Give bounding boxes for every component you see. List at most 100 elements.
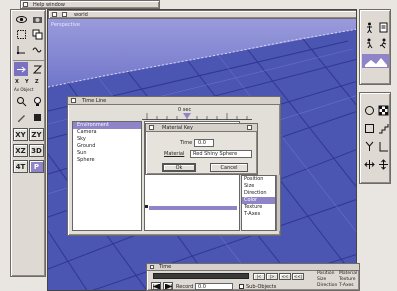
property-list[interactable]: Position Size Direction Color Texture T-… <box>241 175 276 231</box>
close-box-icon[interactable] <box>52 12 57 17</box>
view-button-zy[interactable]: ZY <box>29 128 44 141</box>
time-label: Time <box>180 140 193 146</box>
object-item[interactable]: Sky <box>73 136 141 143</box>
object-icon[interactable] <box>30 110 44 124</box>
object-item[interactable]: Ground <box>73 143 141 150</box>
material-key-titlebar[interactable]: Material Key <box>146 124 257 132</box>
check-texture[interactable]: Texture <box>339 277 355 282</box>
time-panel: Time |< |> << <<| Record 0.0 Sub-Objects… <box>146 263 360 291</box>
close-box-icon[interactable] <box>150 265 154 269</box>
object-item[interactable]: Sun <box>73 150 141 157</box>
keyframe-marker[interactable] <box>145 205 148 208</box>
time-track[interactable] <box>153 273 249 279</box>
timeline-ruler[interactable]: 0 sec <box>142 107 252 120</box>
arrow-right-icon[interactable] <box>14 62 28 76</box>
landscape-icon[interactable] <box>362 54 389 68</box>
property-scrollbar[interactable] <box>276 175 280 231</box>
cancel-button[interactable]: Cancel <box>210 163 248 172</box>
nav-fast-button[interactable]: <<| <box>292 273 304 280</box>
bar-icon[interactable] <box>376 139 390 153</box>
walking-figure-icon[interactable] <box>362 36 376 50</box>
view-button-4t[interactable]: 4T <box>13 160 28 173</box>
coord-x-label: X <box>15 79 19 85</box>
nav-end-button[interactable]: |> <box>266 273 278 280</box>
coord-y-label: Y <box>25 79 29 85</box>
magnify-icon[interactable] <box>14 94 28 108</box>
object-item[interactable]: Environment <box>73 122 141 129</box>
view-button-xy[interactable]: XY <box>13 128 28 141</box>
copy-icon[interactable] <box>30 27 44 41</box>
time-title: Time <box>159 264 172 270</box>
right-toolbar-mid <box>359 92 391 184</box>
toolbar-divider <box>13 60 45 61</box>
zoom-box-icon[interactable] <box>62 12 67 17</box>
key-track-bar[interactable] <box>149 206 237 210</box>
record-label: Record <box>176 284 194 290</box>
view-button-p[interactable]: P <box>29 160 44 173</box>
rect-select-icon[interactable] <box>14 27 28 41</box>
view-button-3d[interactable]: 3D <box>29 144 44 157</box>
view-button-xz[interactable]: XZ <box>13 144 28 157</box>
zoom-box-icon[interactable] <box>247 125 252 130</box>
scroll-icon[interactable] <box>376 20 390 34</box>
property-item[interactable]: T-Axes <box>242 211 275 218</box>
runner-icon[interactable] <box>376 36 390 50</box>
light-icon[interactable] <box>30 94 44 108</box>
edit-icon[interactable] <box>14 110 28 124</box>
nav-start-button[interactable]: |< <box>253 273 265 280</box>
view-label: Perspective <box>51 22 80 28</box>
check-size[interactable]: Size <box>317 277 326 282</box>
node-icon[interactable] <box>14 42 28 56</box>
close-box-icon[interactable] <box>149 125 154 130</box>
nav-back-button[interactable]: << <box>279 273 291 280</box>
close-box-icon[interactable] <box>71 98 76 103</box>
property-item[interactable]: Color <box>242 197 275 204</box>
checker-icon[interactable] <box>376 103 390 117</box>
object-item[interactable]: Camera <box>73 129 141 136</box>
check-material[interactable]: Material <box>339 271 357 276</box>
right-toolbar-top <box>359 9 391 85</box>
material-label: Material <box>164 151 185 157</box>
property-item[interactable]: Position <box>242 176 275 183</box>
coord-z-label: Z <box>35 79 39 85</box>
property-item[interactable]: Direction <box>242 190 275 197</box>
fork-icon[interactable] <box>362 139 376 153</box>
help-window: Help window <box>20 0 160 9</box>
ok-button[interactable]: Ok <box>162 163 196 172</box>
figure-icon[interactable] <box>362 20 376 34</box>
time-titlebar[interactable]: Time <box>147 264 359 271</box>
check-t-axes[interactable]: T-Axes <box>339 283 354 288</box>
object-list[interactable]: Environment Camera Sky Ground Sun Sphere <box>72 121 142 231</box>
square-icon[interactable] <box>362 121 376 135</box>
material-key-dialog: Material Key Time 0.0 Material Red Shiny… <box>145 123 258 175</box>
property-item[interactable]: Texture <box>242 204 275 211</box>
check-direction[interactable]: Direction <box>317 283 337 288</box>
world-titlebar[interactable]: world <box>48 10 356 19</box>
time-field[interactable]: 0.0 <box>194 139 214 147</box>
plus-icon[interactable] <box>376 157 390 171</box>
object-item[interactable]: Sphere <box>73 157 141 164</box>
steps-icon[interactable] <box>376 121 390 135</box>
record-field[interactable]: 0.0 <box>195 283 233 290</box>
timeline-titlebar[interactable]: Time Line <box>68 97 280 105</box>
timeline-title: Time Line <box>82 98 107 104</box>
property-item[interactable]: Size <box>242 183 275 190</box>
help-window-title: Help window <box>33 2 65 8</box>
check-position[interactable]: Position <box>317 271 335 276</box>
subobjects-label: Sub-Objects <box>246 284 277 290</box>
axes-label: Ax Object <box>14 87 34 92</box>
play-forward-button[interactable] <box>163 282 173 290</box>
left-toolbar: X Y Z Ax Object XY ZY XZ 3D 4T P <box>10 9 46 277</box>
eye-icon[interactable] <box>14 12 28 26</box>
camera-icon[interactable] <box>30 12 44 26</box>
material-field[interactable]: Red Shiny Sphere <box>190 150 252 158</box>
move-icon[interactable] <box>362 157 376 171</box>
circle-icon[interactable] <box>362 103 376 117</box>
material-key-title: Material Key <box>162 125 193 131</box>
close-box-icon[interactable] <box>23 2 28 7</box>
play-back-button[interactable] <box>151 282 161 290</box>
subobjects-checkbox[interactable] <box>239 284 244 289</box>
wave-icon[interactable] <box>30 42 44 56</box>
world-title: world <box>74 12 88 18</box>
z-icon[interactable] <box>30 62 44 76</box>
